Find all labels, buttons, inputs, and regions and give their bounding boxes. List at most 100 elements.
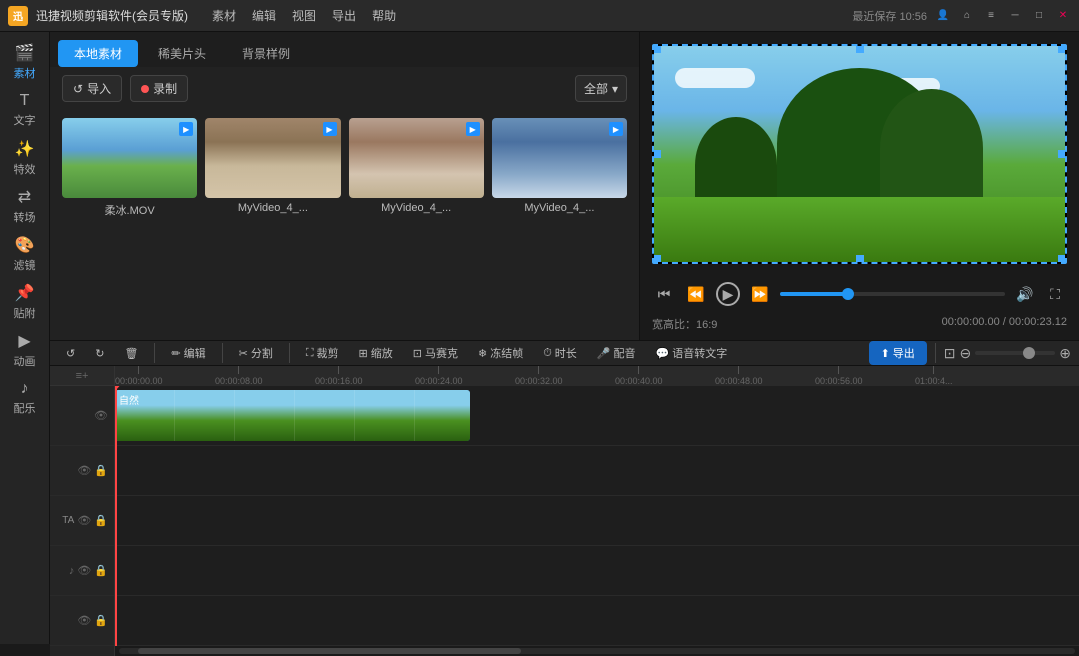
- freeze-button[interactable]: ❄ 冻结帧: [470, 342, 531, 364]
- lock-icon-effects[interactable]: 🔒: [94, 614, 108, 627]
- tab-backgrounds[interactable]: 背景样例: [226, 40, 306, 67]
- media-item-1[interactable]: ▶ MyVideo_4_...: [205, 118, 340, 332]
- volume-icon[interactable]: 🔊: [1013, 282, 1037, 306]
- media-toolbar: ↺ 导入 录制 全部 ▾: [50, 67, 639, 110]
- eye-icon-audio[interactable]: 👁: [77, 564, 91, 577]
- close-button[interactable]: ✕: [1055, 8, 1071, 24]
- sel-handle-top-mid[interactable]: [856, 45, 864, 53]
- duration-button[interactable]: ⏱ 时长: [535, 342, 585, 364]
- menu-item-help[interactable]: 帮助: [372, 7, 396, 24]
- split-button[interactable]: ✂ 分割: [231, 342, 281, 364]
- tab-premium-clips[interactable]: 稀美片头: [142, 40, 222, 67]
- eye-icon-effects[interactable]: 👁: [77, 614, 91, 627]
- undo-button[interactable]: ↺: [58, 344, 83, 363]
- sel-handle-top-right[interactable]: [1058, 45, 1066, 53]
- lock-icon-audio[interactable]: 🔒: [94, 564, 108, 577]
- timeline-menu-icon[interactable]: ≡+: [76, 370, 89, 382]
- zoom-button[interactable]: ⊞ 缩放: [351, 342, 401, 364]
- clip-thumb-4: [295, 390, 355, 441]
- media-thumb-3: ▶: [492, 118, 627, 198]
- mosaic-button[interactable]: ⊡ 马赛克: [405, 342, 466, 364]
- video-clip[interactable]: 自然: [115, 390, 470, 441]
- crop-button[interactable]: ⛶ 裁剪: [298, 342, 347, 364]
- menu-item-edit[interactable]: 编辑: [252, 7, 276, 24]
- sidebar-item-effects[interactable]: ✨ 特效: [3, 136, 47, 180]
- menu-icon[interactable]: ≡: [983, 8, 999, 24]
- edit-button[interactable]: ✏ 编辑: [163, 342, 213, 364]
- eye-icon-text[interactable]: 👁: [77, 514, 91, 527]
- sel-handle-top-left[interactable]: [653, 45, 661, 53]
- filter-dropdown[interactable]: 全部 ▾: [575, 75, 627, 102]
- sel-handle-bot-right[interactable]: [1058, 255, 1066, 263]
- clip-label: 自然: [119, 392, 139, 407]
- maximize-button[interactable]: □: [1031, 8, 1047, 24]
- sidebar-label-sticker: 贴附: [14, 305, 36, 321]
- timeline-playhead[interactable]: [115, 386, 117, 646]
- menu-item-view[interactable]: 视图: [292, 7, 316, 24]
- home-icon[interactable]: ⌂: [959, 8, 975, 24]
- progress-thumb[interactable]: [842, 288, 854, 300]
- ruler-text-8: 01:00:4...: [915, 376, 953, 386]
- scrollbar-thumb[interactable]: [138, 648, 520, 654]
- dubbing-label: 配音: [614, 345, 636, 361]
- import-button[interactable]: ↺ 导入: [62, 75, 122, 102]
- sidebar: 🎬 素材 T 文字 ✨ 特效 ⇄ 转场 🎨 滤镜 📌 贴附 ▶ 动画 ♪: [0, 32, 50, 644]
- minimize-button[interactable]: ─: [1007, 8, 1023, 24]
- skip-back-button[interactable]: ⏮: [652, 282, 676, 306]
- zoom-out-button[interactable]: ⊖: [960, 345, 972, 362]
- eye-icon-subtitle[interactable]: 👁: [77, 464, 91, 477]
- media-item-3[interactable]: ▶ MyVideo_4_...: [492, 118, 627, 332]
- mosaic-icon: ⊡: [413, 347, 422, 360]
- delete-button[interactable]: 🗑: [116, 344, 146, 363]
- media-thumb-0: ▶: [62, 118, 197, 198]
- menu-item-export[interactable]: 导出: [332, 7, 356, 24]
- timeline-section: ≡+ 👁 👁 🔒: [50, 366, 1079, 656]
- thumb-overlay-1: ▶: [323, 122, 337, 136]
- media-toolbar-left: ↺ 导入 录制: [62, 75, 188, 102]
- tab-local-material[interactable]: 本地素材: [58, 40, 138, 67]
- sel-handle-right-mid[interactable]: [1058, 150, 1066, 158]
- record-button[interactable]: 录制: [130, 75, 188, 102]
- eye-icon-video[interactable]: 👁: [94, 409, 108, 422]
- frame-forward-button[interactable]: ⏩: [748, 282, 772, 306]
- sidebar-item-transition[interactable]: ⇄ 转场: [3, 184, 47, 228]
- sel-handle-bot-left[interactable]: [653, 255, 661, 263]
- horizontal-scrollbar[interactable]: [119, 648, 1075, 654]
- split-icon: ✂: [239, 347, 248, 360]
- sel-handle-left-mid[interactable]: [653, 150, 661, 158]
- user-avatar[interactable]: 👤: [935, 8, 951, 24]
- sidebar-item-material[interactable]: 🎬 素材: [3, 40, 47, 84]
- zoom-in-button[interactable]: ⊕: [1059, 345, 1071, 362]
- app-icon: 迅: [8, 6, 28, 26]
- redo-button[interactable]: ↻: [87, 344, 112, 363]
- menu-item-material[interactable]: 素材: [212, 7, 236, 24]
- sidebar-item-filter[interactable]: 🎨 滤镜: [3, 232, 47, 276]
- crop-icon: ⛶: [306, 347, 314, 360]
- play-button[interactable]: ▶: [716, 282, 740, 306]
- sidebar-item-music[interactable]: ♪ 配乐: [3, 376, 47, 420]
- media-item-2[interactable]: ▶ MyVideo_4_...: [349, 118, 484, 332]
- split-label: 分割: [251, 345, 273, 361]
- video-track-icons: 👁: [94, 409, 108, 422]
- sidebar-item-text[interactable]: T 文字: [3, 88, 47, 132]
- sidebar-label-animation: 动画: [14, 353, 36, 369]
- ruler-line-3: [438, 366, 439, 374]
- frame-back-button[interactable]: ⏪: [684, 282, 708, 306]
- dubbing-button[interactable]: 🎤 配音: [589, 342, 644, 364]
- track-label-audio: ♪ 👁 🔒: [50, 546, 114, 596]
- lock-icon-text[interactable]: 🔒: [94, 514, 108, 527]
- speech-to-text-button[interactable]: 💬 语音转文字: [648, 342, 736, 364]
- media-item-0[interactable]: ▶ 柔冰.MOV: [62, 118, 197, 332]
- zoom-slider[interactable]: [975, 351, 1055, 355]
- progress-bar[interactable]: [780, 292, 1005, 296]
- fit-view-button[interactable]: ⊡: [944, 345, 956, 362]
- sidebar-item-sticker[interactable]: 📌 贴附: [3, 280, 47, 324]
- ruler-mark-7: 00:00:56.00: [815, 366, 863, 386]
- sel-handle-bot-mid[interactable]: [856, 255, 864, 263]
- preview-controls-left: ⏮ ⏪ ▶ ⏩: [652, 282, 772, 306]
- export-button[interactable]: ⬆ 导出: [869, 341, 927, 365]
- dubbing-icon: 🎤: [597, 347, 611, 360]
- lock-icon-subtitle[interactable]: 🔒: [94, 464, 108, 477]
- sidebar-item-animation[interactable]: ▶ 动画: [3, 328, 47, 372]
- fullscreen-button[interactable]: ⛶: [1043, 282, 1067, 306]
